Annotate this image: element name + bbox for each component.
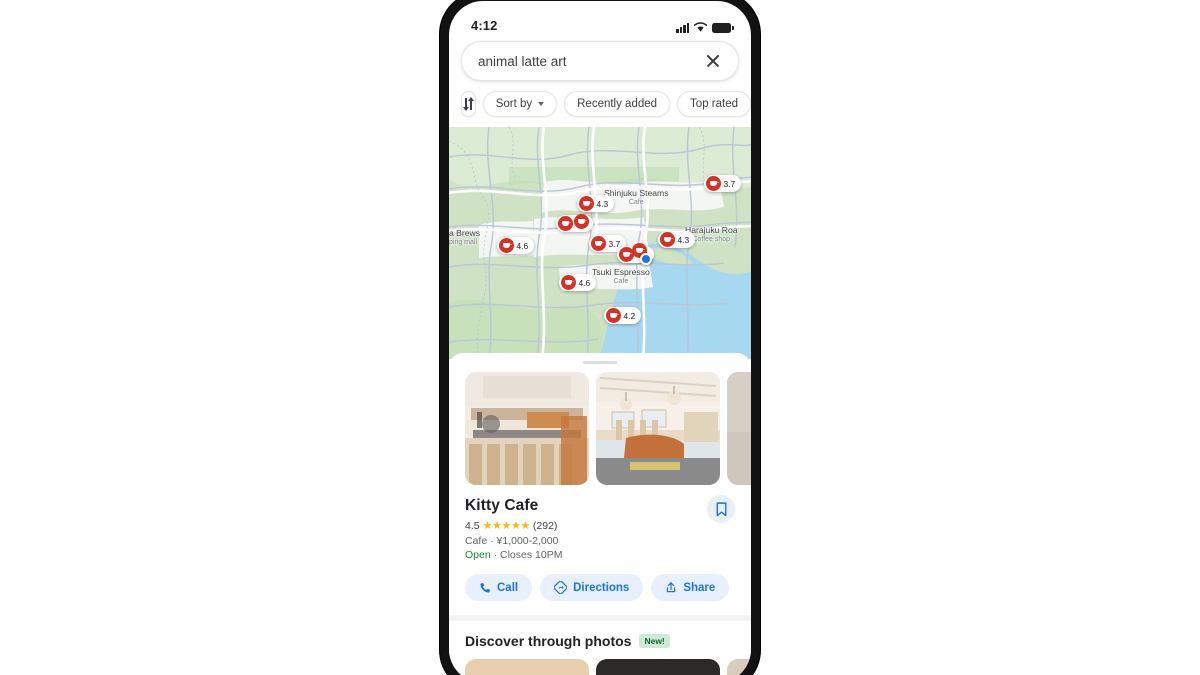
chevron-down-icon — [538, 102, 545, 106]
place-action-row: Call Directions Share — [449, 561, 751, 615]
closing-time: · Closes 10PM — [490, 549, 563, 561]
place-rating-row: 4.5 ★★★★★ (292) — [465, 519, 735, 533]
place-photo[interactable] — [727, 372, 751, 485]
save-place-button[interactable] — [707, 495, 735, 523]
place-bottom-sheet: Kitty Cafe 4.5 ★★★★★ (292) Cafe · ¥1,000… — [449, 353, 751, 675]
signal-bars-icon — [676, 22, 689, 33]
review-count: (292) — [532, 519, 558, 532]
place-category-price: Cafe · ¥1,000-2,000 — [465, 535, 559, 547]
open-status: Open — [465, 549, 491, 561]
cafe-cup-icon — [590, 236, 606, 251]
map-marker[interactable]: 4.3 — [658, 231, 696, 248]
cafe-cup-icon — [705, 176, 721, 191]
sort-arrows-icon — [462, 97, 475, 111]
call-button-label: Call — [497, 581, 519, 594]
place-name: Kitty Cafe — [465, 497, 539, 514]
my-location-dot — [640, 253, 652, 265]
directions-button-label: Directions — [573, 581, 630, 594]
filter-chip-row: Sort by Recently added Top rated — [449, 81, 751, 127]
map-marker[interactable]: 3.7 — [704, 175, 742, 192]
top-rated-chip[interactable]: Top rated — [677, 91, 751, 117]
share-button[interactable]: Share — [651, 574, 730, 601]
top-rated-chip-label: Top rated — [690, 98, 738, 110]
cafe-cup-icon — [574, 214, 589, 229]
share-icon — [667, 582, 676, 593]
discover-photo-carousel[interactable] — [449, 659, 751, 675]
search-area — [449, 35, 751, 81]
wifi-icon — [694, 22, 707, 32]
discover-photo[interactable] — [727, 659, 751, 675]
new-badge: New! — [639, 634, 670, 648]
cafe-cup-icon — [659, 232, 675, 247]
rating-stars: ★★★★★ — [482, 520, 531, 532]
cafe-cup-icon — [578, 196, 594, 211]
map-marker[interactable]: 4.6 — [559, 274, 597, 291]
recently-added-chip[interactable]: Recently added — [564, 91, 671, 117]
rating-value: 4.5 — [465, 519, 480, 532]
place-hours: Open · Closes 10PM — [465, 549, 735, 561]
map-view[interactable]: Shinjuku Steams Cafe Harajuku Roa Coffee… — [449, 127, 751, 359]
status-bar-icons — [676, 20, 734, 33]
directions-button[interactable]: Directions — [540, 574, 644, 601]
search-bar[interactable] — [461, 41, 739, 81]
search-input[interactable] — [478, 53, 702, 69]
bookmark-icon — [716, 501, 726, 516]
place-info: Kitty Cafe 4.5 ★★★★★ (292) Cafe · ¥1,000… — [449, 485, 751, 561]
discover-section-header: Discover through photos New! — [449, 621, 751, 659]
cafe-cup-icon — [560, 275, 576, 290]
place-photo[interactable] — [596, 372, 720, 485]
discover-title: Discover through photos — [465, 633, 632, 649]
cafe-cup-icon — [498, 238, 514, 253]
discover-photo[interactable] — [596, 659, 720, 675]
place-photo[interactable] — [465, 372, 589, 485]
status-bar: 4:12 — [449, 1, 751, 35]
cafe-cup-icon — [605, 308, 621, 323]
cafe-cup-icon — [557, 216, 573, 231]
map-marker[interactable]: 4.3 — [577, 195, 615, 212]
call-button[interactable]: Call — [465, 574, 533, 601]
recently-added-chip-label: Recently added — [577, 98, 658, 110]
map-marker[interactable]: 4.2 — [604, 307, 642, 324]
directions-icon — [554, 581, 568, 594]
sort-by-chip[interactable]: Sort by — [482, 91, 558, 117]
sort-toggle-chip[interactable] — [461, 91, 476, 117]
clear-search-icon[interactable] — [702, 50, 724, 72]
place-photo-carousel[interactable] — [449, 372, 751, 485]
phone-device-frame: 4:12 animal latte art Sort by Recently a… — [440, 0, 760, 675]
map-marker[interactable] — [574, 213, 589, 230]
battery-icon — [712, 23, 734, 33]
sheet-drag-handle[interactable] — [583, 361, 617, 364]
status-bar-clock: 4:12 — [471, 18, 498, 33]
phone-screen: 4:12 animal latte art Sort by Recently a… — [449, 1, 751, 675]
map-marker[interactable]: 4.6 — [497, 237, 535, 254]
share-button-label: Share — [683, 581, 716, 594]
screenshot-canvas: 4:12 animal latte art Sort by Recently a… — [0, 0, 1200, 675]
discover-photo[interactable] — [465, 659, 589, 675]
phone-icon — [480, 582, 490, 593]
sort-by-chip-label: Sort by — [495, 98, 533, 110]
